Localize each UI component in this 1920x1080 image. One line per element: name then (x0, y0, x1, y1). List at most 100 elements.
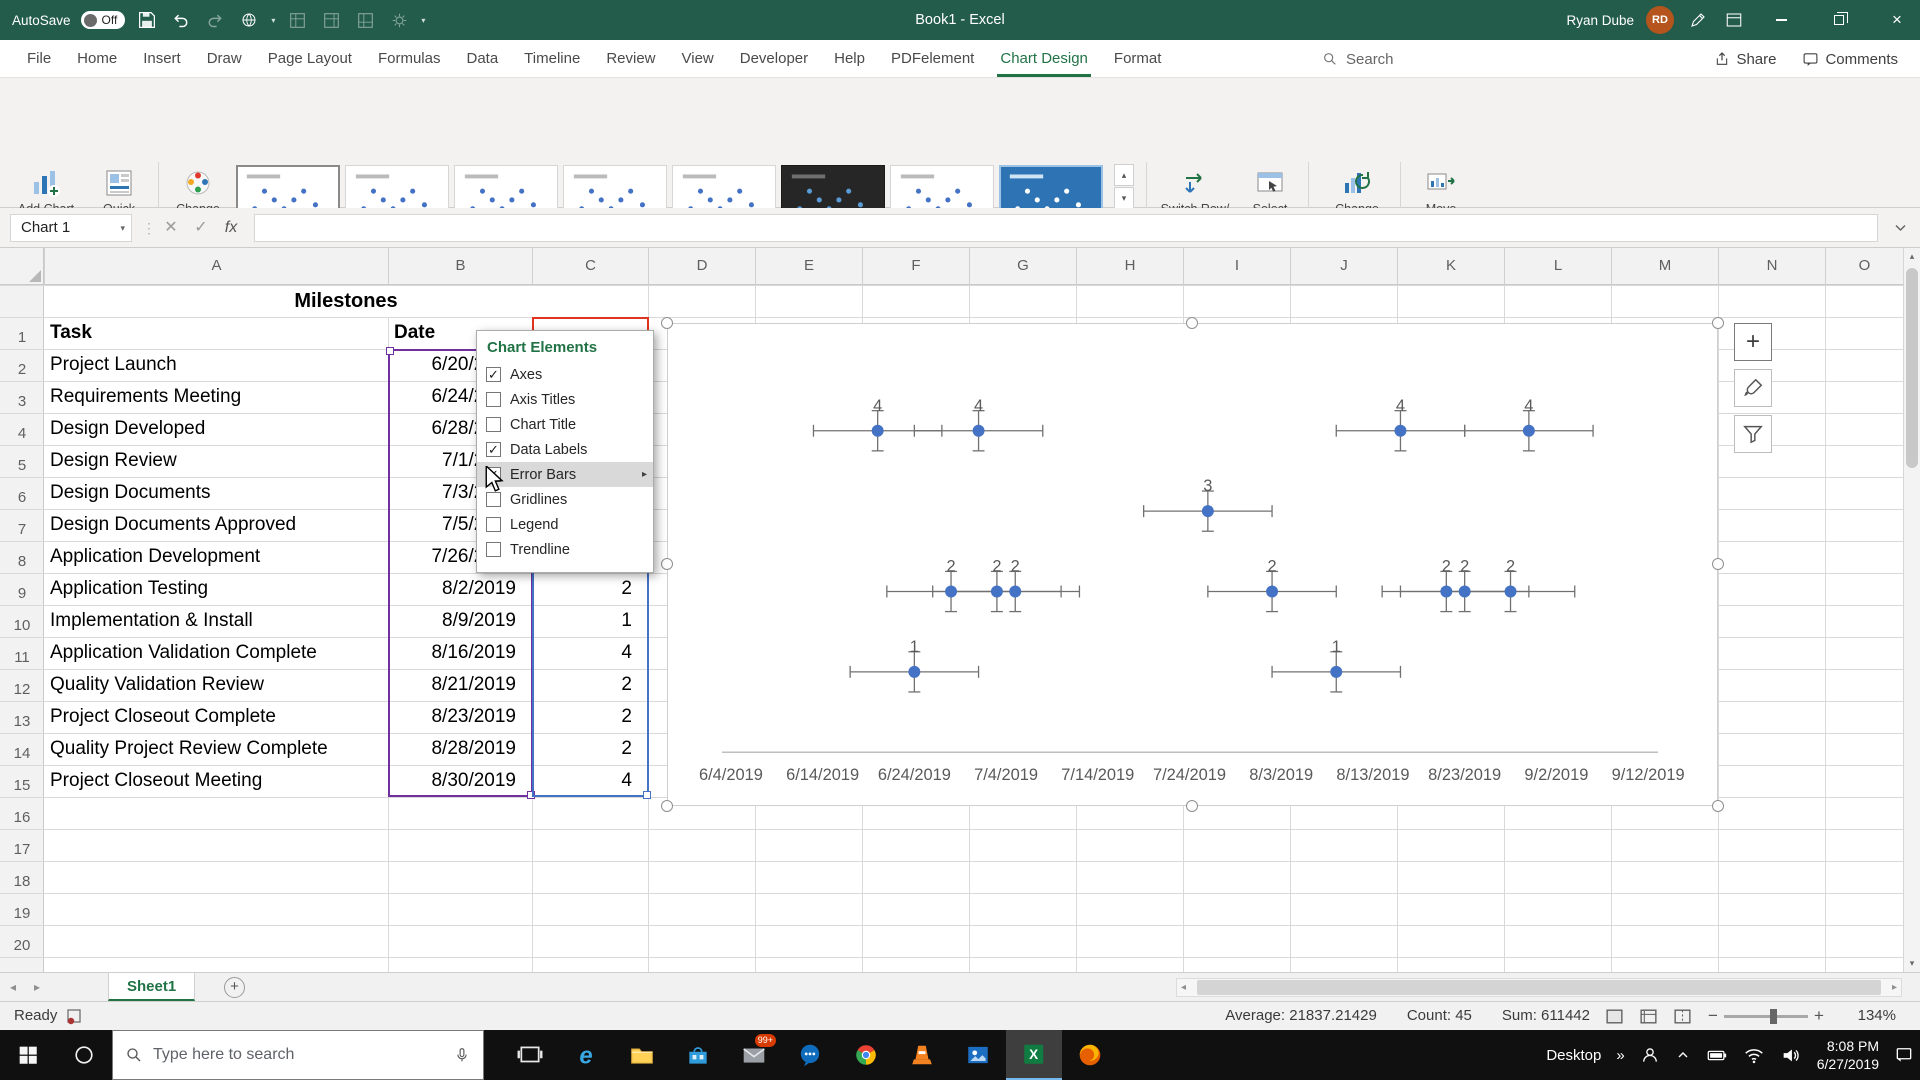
chart-selection-handle[interactable] (661, 800, 673, 812)
toolbar-overflow-chevron[interactable]: » (1616, 1047, 1624, 1064)
chrome-icon[interactable] (838, 1030, 894, 1080)
cell-value[interactable]: 4 (532, 637, 640, 669)
add-sheet-button[interactable]: + (224, 977, 245, 998)
chart-point[interactable] (1504, 585, 1517, 598)
ribbon-tab-pdfelement[interactable]: PDFelement (878, 40, 987, 77)
user-name[interactable]: Ryan Dube (1566, 13, 1634, 28)
task-view-icon[interactable] (502, 1030, 558, 1080)
chart-elements-item-axes[interactable]: ✓ Axes (477, 362, 653, 387)
checkbox-icon[interactable] (486, 417, 501, 432)
chart-elements-button[interactable]: + (1734, 323, 1772, 361)
chart-styles-button[interactable] (1734, 369, 1772, 407)
milestone-chart[interactable]: 6/4/2019 6/14/2019 6/24/2019 7/4/2019 7/14/2… (667, 323, 1718, 806)
confirm-entry-icon[interactable]: ✓ (188, 208, 214, 248)
submenu-arrow-icon[interactable]: ▸ (642, 469, 647, 480)
cell-date[interactable]: 8/16/2019 (388, 637, 524, 669)
cell-task[interactable]: Application Development (50, 541, 382, 573)
volume-icon[interactable] (1780, 1044, 1802, 1066)
start-button[interactable] (0, 1030, 56, 1080)
chart-selection-handle[interactable] (1186, 317, 1198, 329)
chart-selection-handle[interactable] (661, 558, 673, 570)
normal-view-icon[interactable] (1604, 1006, 1625, 1027)
photos-icon[interactable] (950, 1030, 1006, 1080)
store-icon[interactable] (670, 1030, 726, 1080)
ribbon-tab-formulas[interactable]: Formulas (365, 40, 454, 77)
cell-task[interactable]: Design Developed (50, 413, 382, 445)
expand-formula-bar-icon[interactable] (1895, 224, 1906, 232)
formula-input[interactable] (254, 214, 1878, 242)
cell-value[interactable]: 2 (532, 573, 640, 605)
checkbox-icon[interactable]: ✓ (486, 442, 501, 457)
ribbon-tab-chart-design[interactable]: Chart Design (987, 40, 1101, 77)
insert-function-icon[interactable]: fx (218, 208, 244, 248)
chart-selection-handle[interactable] (1712, 558, 1724, 570)
clock[interactable]: 8:08 PM 6/27/2019 (1817, 1037, 1879, 1073)
cell-value[interactable]: 4 (532, 765, 640, 797)
page-break-view-icon[interactable] (1672, 1006, 1693, 1027)
chart-point[interactable] (1266, 585, 1279, 598)
chart-point[interactable] (1330, 665, 1343, 678)
zoom-slider-thumb[interactable] (1770, 1009, 1777, 1024)
zoom-slider[interactable] (1724, 1009, 1808, 1024)
checkbox-icon[interactable] (486, 392, 501, 407)
ribbon-tab-data[interactable]: Data (453, 40, 511, 77)
edge-icon[interactable]: e (558, 1030, 614, 1080)
status-sum[interactable]: Sum: 611442 (1502, 1002, 1590, 1030)
chart-point[interactable] (1201, 505, 1214, 518)
save-icon[interactable] (135, 8, 159, 32)
cell-task[interactable]: Implementation & Install (50, 605, 382, 637)
chart-filters-button[interactable] (1734, 415, 1772, 453)
chart-point[interactable] (1440, 585, 1453, 598)
chart-selection-handle[interactable] (1186, 800, 1198, 812)
zoom-in-button[interactable]: + (1814, 1002, 1824, 1030)
action-center-icon[interactable] (1894, 1045, 1914, 1065)
scroll-down-icon[interactable]: ▾ (1904, 955, 1920, 972)
chart-elements-item-trendline[interactable]: Trendline (477, 537, 653, 562)
chart-point[interactable] (871, 424, 884, 437)
ink-pen-icon[interactable] (1686, 8, 1710, 32)
cell-task[interactable]: Design Documents Approved (50, 509, 382, 541)
cell-task[interactable]: Requirements Meeting (50, 381, 382, 413)
scroll-right-icon[interactable]: ▸ (1892, 979, 1897, 996)
cortana-button[interactable] (56, 1030, 112, 1080)
chart-point[interactable] (1522, 424, 1535, 437)
ribbon-tab-page-layout[interactable]: Page Layout (255, 40, 365, 77)
horizontal-scrollbar[interactable]: ◂ ▸ (1176, 978, 1902, 997)
spreadsheet-grid[interactable]: ABCDEFGHIJKLMNO 1 2 3 4 5 6 7 8 9 10 11 12 13 14 15 16 1… (0, 248, 1920, 972)
hyperlink-dropdown-icon[interactable]: ▾ (271, 16, 275, 25)
scroll-up-icon[interactable]: ▴ (1904, 248, 1920, 265)
cell-task[interactable]: Design Review (50, 445, 382, 477)
cell-value[interactable]: 2 (532, 733, 640, 765)
gallery-up-icon[interactable]: ▴ (1114, 164, 1134, 186)
ribbon-tab-insert[interactable]: Insert (130, 40, 194, 77)
ribbon-display-options-icon[interactable] (1722, 8, 1746, 32)
cell-task[interactable]: Project Closeout Complete (50, 701, 382, 733)
file-explorer-icon[interactable] (614, 1030, 670, 1080)
scrollbar-thumb[interactable] (1197, 980, 1881, 995)
hidden-icons-chevron[interactable] (1675, 1047, 1691, 1063)
sheet-nav-right-icon[interactable]: ▸ (34, 973, 40, 1001)
cell-value[interactable]: 2 (532, 701, 640, 733)
chart-point[interactable] (1458, 585, 1471, 598)
firefox-icon[interactable] (1062, 1030, 1118, 1080)
status-count[interactable]: Count: 45 (1407, 1002, 1472, 1030)
scrollbar-thumb[interactable] (1906, 268, 1918, 468)
zoom-out-button[interactable]: − (1708, 1002, 1718, 1030)
ribbon-tab-home[interactable]: Home (64, 40, 130, 77)
share-button[interactable]: Share (1714, 51, 1776, 68)
chart-selection-handle[interactable] (1712, 317, 1724, 329)
chart-elements-item-data-labels[interactable]: ✓ Data Labels (477, 437, 653, 462)
chart-elements-item-chart-title[interactable]: Chart Title (477, 412, 653, 437)
people-icon[interactable] (1640, 1045, 1660, 1065)
cell-date[interactable]: 8/9/2019 (388, 605, 524, 637)
chart-elements-item-legend[interactable]: Legend (477, 512, 653, 537)
cell-date[interactable]: 8/30/2019 (388, 765, 524, 797)
sheet-nav-left-icon[interactable]: ◂ (10, 973, 16, 1001)
media-player-icon[interactable] (894, 1030, 950, 1080)
ribbon-tab-help[interactable]: Help (821, 40, 878, 77)
search-box[interactable]: Search (1322, 40, 1394, 78)
cell-task[interactable]: Project Closeout Meeting (50, 765, 382, 797)
cell-value[interactable]: 1 (532, 605, 640, 637)
undo-icon[interactable] (169, 8, 193, 32)
ribbon-tab-format[interactable]: Format (1101, 40, 1175, 77)
